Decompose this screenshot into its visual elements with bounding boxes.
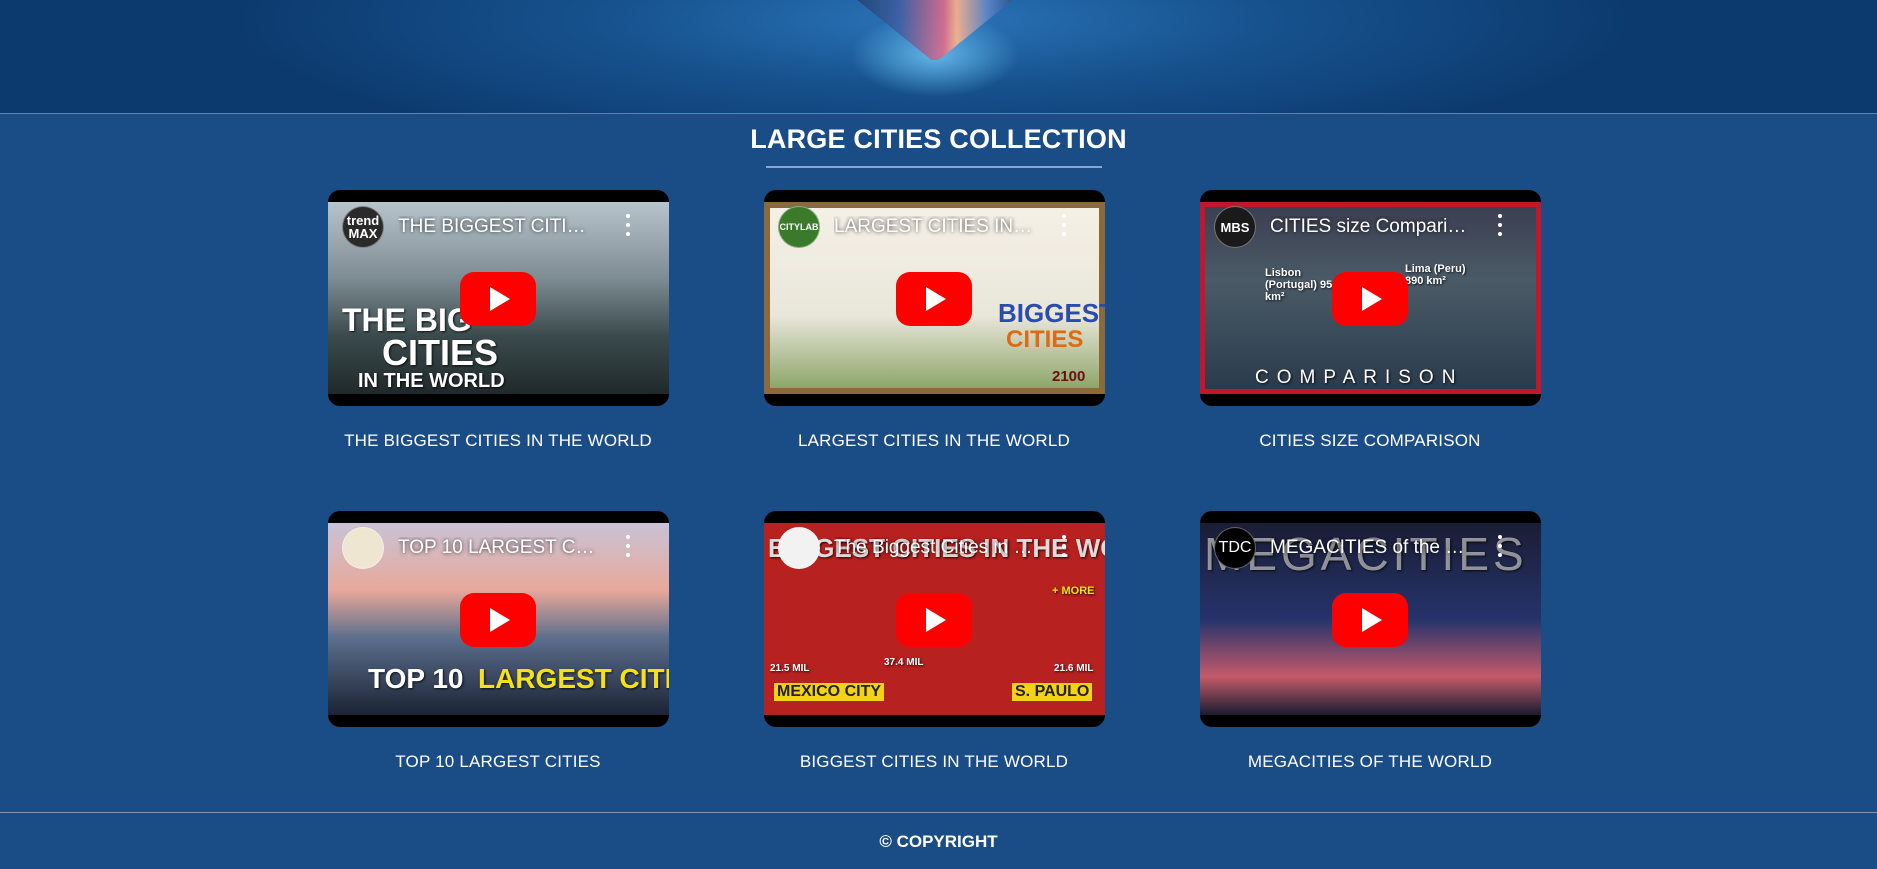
- thumb-text: 37.4 MIL: [884, 657, 924, 668]
- video-caption: CITIES SIZE COMPARISON: [1259, 431, 1481, 450]
- channel-avatar[interactable]: CITYLAB: [778, 206, 820, 248]
- header-banner: [0, 0, 1877, 114]
- thumb-text: LARGEST CITIES: [478, 663, 669, 694]
- more-vert-icon[interactable]: [1497, 535, 1503, 557]
- more-vert-icon[interactable]: [625, 214, 631, 236]
- youtube-play-icon[interactable]: [460, 593, 536, 647]
- thumb-text: + MORE: [1052, 585, 1095, 597]
- page-title: LARGE CITIES COLLECTION: [750, 124, 1127, 154]
- youtube-play-icon[interactable]: [896, 593, 972, 647]
- thumb-text: 21.5 MIL: [770, 663, 810, 674]
- youtube-play-icon[interactable]: [896, 272, 972, 326]
- footer-divider: [0, 812, 1877, 813]
- thumb-text: 21.6 MIL: [1054, 663, 1094, 674]
- more-vert-icon[interactable]: [1061, 535, 1067, 557]
- video-embed-5[interactable]: BIGGEST CITIES IN THE WORLD + MORE MEXIC…: [764, 511, 1105, 727]
- more-vert-icon[interactable]: [1497, 214, 1503, 236]
- thumb-text: S. PAULO: [1012, 683, 1093, 701]
- video-embed-4[interactable]: TOP 10 LARGEST CITIES TOP 10 LARGEST CIT…: [328, 511, 669, 727]
- video-embed-2[interactable]: BIGGEST CITIES 2100 CITYLAB LARGEST CITI…: [764, 190, 1105, 406]
- video-title[interactable]: LARGEST CITIES IN THE WORLD: [834, 216, 1034, 238]
- youtube-play-icon[interactable]: [460, 272, 536, 326]
- video-title[interactable]: The Biggest Cities in the World: [834, 537, 1034, 559]
- thumb-text: 2100: [1052, 368, 1086, 385]
- thumb-text: CITIES: [1006, 326, 1084, 353]
- video-title[interactable]: TOP 10 LARGEST CITIES: [398, 537, 598, 559]
- title-divider: [766, 166, 1102, 168]
- video-embed-1[interactable]: THE BIG CITIES IN THE WORLD trend MAX TH…: [328, 190, 669, 406]
- thumb-text: IN THE WORLD: [358, 370, 505, 392]
- channel-avatar[interactable]: TDC: [1214, 527, 1256, 569]
- video-caption: THE BIGGEST CITIES IN THE WORLD: [344, 431, 652, 450]
- channel-avatar[interactable]: [342, 527, 384, 569]
- channel-avatar[interactable]: MBS: [1214, 206, 1256, 248]
- youtube-play-icon[interactable]: [1332, 272, 1408, 326]
- thumb-text: TOP 10: [368, 663, 464, 694]
- thumb-text: COMPARISON: [1255, 367, 1464, 388]
- prism-graphic: [845, 0, 1025, 60]
- thumb-text: CITIES: [382, 332, 499, 373]
- channel-avatar[interactable]: [778, 527, 820, 569]
- video-embed-6[interactable]: MEGACITIES TDC MEGACITIES of the World: [1200, 511, 1541, 727]
- thumb-text: MEXICO CITY: [774, 683, 885, 701]
- channel-avatar[interactable]: trend MAX: [342, 206, 384, 248]
- video-caption: LARGEST CITIES IN THE WORLD: [797, 431, 1071, 450]
- video-caption: TOP 10 LARGEST CITIES: [395, 752, 601, 771]
- video-caption: BIGGEST CITIES IN THE WORLD: [799, 752, 1069, 771]
- thumb-text: BIGGEST: [998, 298, 1105, 328]
- video-title[interactable]: THE BIGGEST CITIES IN THE WORLD: [398, 216, 598, 238]
- copyright-text: © COPYRIGHT: [879, 832, 998, 851]
- video-embed-3[interactable]: Lisbon (Portugal) 952 km² Lima (Peru) 89…: [1200, 190, 1541, 406]
- thumb-text: Lima (Peru) 890 km²: [1405, 263, 1466, 287]
- video-caption: MEGACITIES OF THE WORLD: [1247, 752, 1493, 771]
- video-title[interactable]: MEGACITIES of the World: [1270, 537, 1470, 559]
- youtube-play-icon[interactable]: [1332, 593, 1408, 647]
- more-vert-icon[interactable]: [1061, 214, 1067, 236]
- video-title[interactable]: CITIES size Comparison: [1270, 216, 1470, 238]
- more-vert-icon[interactable]: [625, 535, 631, 557]
